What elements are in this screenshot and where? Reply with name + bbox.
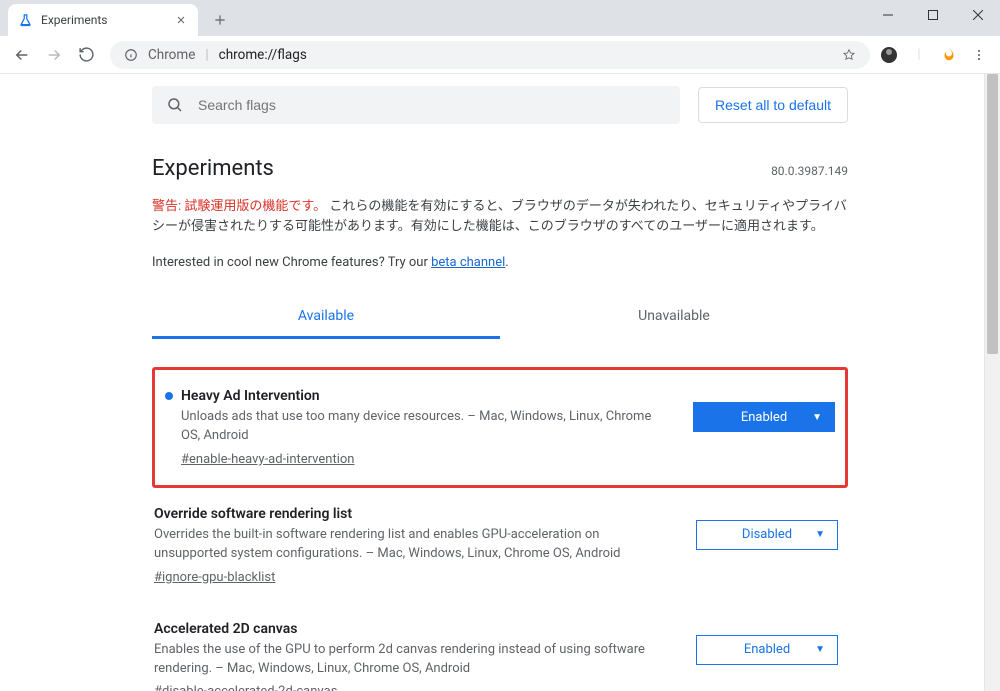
flag-description: Overrides the built-in software renderin… [154,526,672,564]
extension-fire-icon[interactable] [940,46,958,64]
page-title: Experiments [152,156,274,181]
forward-button[interactable] [40,41,68,69]
maximize-button[interactable] [910,0,955,30]
tab-available[interactable]: Available [152,296,500,339]
omnibox-label: Chrome [148,47,195,63]
browser-menu-icon[interactable] [970,46,988,64]
reload-button[interactable] [72,41,100,69]
search-flags-box[interactable] [152,86,680,124]
flag-dropdown-value: Enabled [744,642,790,657]
tab-bar: Available Unavailable [152,296,848,339]
flag-row: Heavy Ad Intervention Unloads ads that us… [152,367,848,488]
flag-dropdown[interactable]: Enabled ▼ [696,635,838,665]
interested-prefix: Interested in cool new Chrome features? … [152,255,431,270]
content-area: Reset all to default Experiments 80.0.39… [0,74,1000,691]
star-icon[interactable] [842,48,856,62]
warning-paragraph: 警告: 試験運用版の機能です。 これらの機能を有効にすると、ブラウザのデータが失… [152,195,848,237]
flask-icon [18,13,33,28]
warning-label: 警告: 試験運用版の機能です。 [152,199,326,214]
flag-title-text: Accelerated 2D canvas [154,621,297,637]
window-controls [865,0,1000,30]
flag-list: Heavy Ad Intervention Unloads ads that us… [152,367,848,691]
flag-dropdown-value: Disabled [742,527,792,542]
flag-description: Unloads ads that use too many device res… [165,408,669,446]
beta-channel-line: Interested in cool new Chrome features? … [152,255,848,270]
search-input[interactable] [198,97,666,113]
tab-title: Experiments [41,13,166,27]
omnibox-separator: | [205,47,208,63]
chevron-down-icon: ▼ [812,412,822,423]
omnibox-url: chrome://flags [219,47,307,63]
flag-dropdown[interactable]: Enabled ▼ [693,402,835,432]
flag-row: Override software rendering list Override… [152,488,848,603]
flag-dropdown-value: Enabled [741,410,787,425]
chevron-down-icon: ▼ [815,529,825,540]
close-icon[interactable] [174,13,188,27]
site-info-icon[interactable] [124,48,138,62]
flag-description: Enables the use of the GPU to perform 2d… [154,641,672,679]
modified-dot-icon [165,392,173,400]
beta-channel-link[interactable]: beta channel [431,255,505,270]
close-window-button[interactable] [955,0,1000,30]
extension-separator: | [910,46,928,64]
tab-unavailable[interactable]: Unavailable [500,296,848,339]
browser-toolbar: Chrome | chrome://flags | [0,36,1000,74]
version-label: 80.0.3987.149 [771,164,848,178]
extension-ladybug-icon[interactable] [880,46,898,64]
window-titlebar: Experiments [0,0,1000,36]
back-button[interactable] [8,41,36,69]
minimize-button[interactable] [865,0,910,30]
flag-title-text: Heavy Ad Intervention [181,388,320,404]
flag-title-text: Override software rendering list [154,506,352,522]
flag-dropdown[interactable]: Disabled ▼ [696,520,838,550]
flag-row: Accelerated 2D canvas Enables the use of … [152,603,848,691]
scrollbar[interactable] [984,74,1000,691]
flag-title: Accelerated 2D canvas [154,621,672,637]
search-icon [166,96,184,114]
flag-anchor-link[interactable]: #ignore-gpu-blacklist [154,570,275,585]
scrollbar-thumb[interactable] [987,74,998,354]
browser-tab[interactable]: Experiments [8,4,198,36]
chevron-down-icon: ▼ [815,644,825,655]
reset-all-button[interactable]: Reset all to default [698,87,848,123]
flag-anchor-link[interactable]: #disable-accelerated-2d-canvas [154,684,337,691]
flag-anchor-link[interactable]: #enable-heavy-ad-intervention [165,452,354,467]
flag-title: Heavy Ad Intervention [165,388,669,404]
address-bar[interactable]: Chrome | chrome://flags [110,41,870,69]
interested-suffix: . [505,255,508,270]
new-tab-button[interactable] [206,6,234,34]
flag-title: Override software rendering list [154,506,672,522]
